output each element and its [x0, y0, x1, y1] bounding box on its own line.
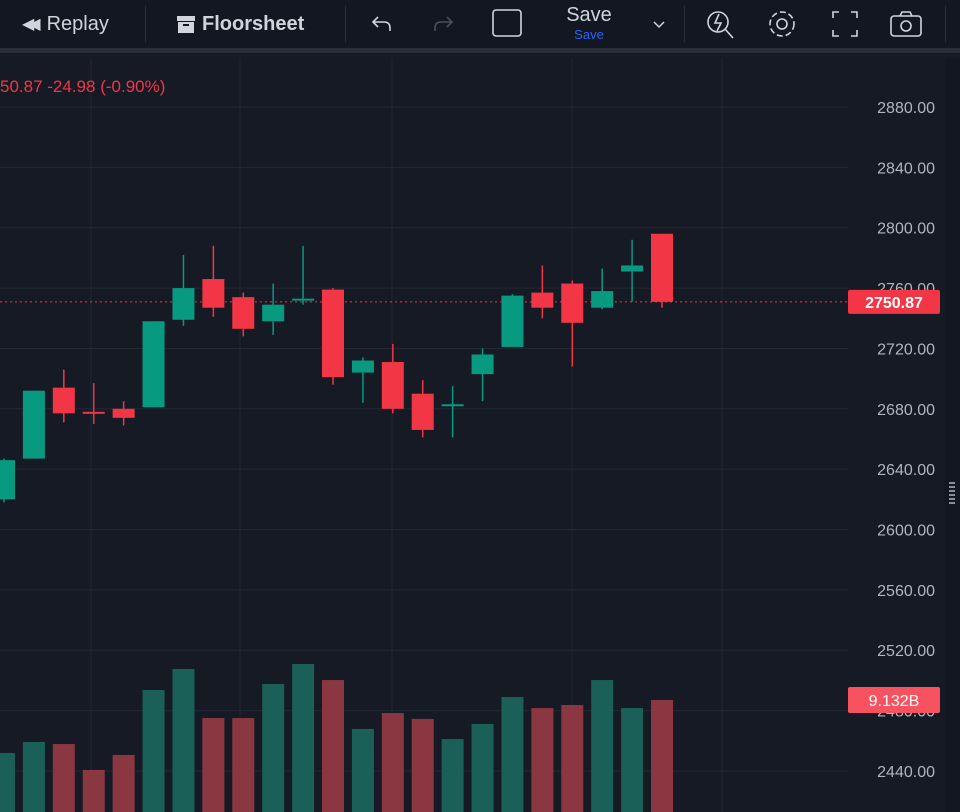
chevron-down-icon	[653, 21, 665, 29]
volume-bar	[82, 769, 105, 812]
layout-button[interactable]	[491, 0, 523, 48]
candle-body	[591, 291, 614, 308]
candle-body	[82, 411, 105, 414]
candle-body	[0, 460, 15, 500]
price-tick-label: 2840.00	[877, 160, 935, 177]
fullscreen-button[interactable]	[830, 0, 860, 48]
divider	[145, 6, 146, 42]
volume-bar	[441, 739, 464, 812]
undo-button[interactable]	[370, 0, 394, 48]
candle-body	[411, 393, 434, 430]
volume-bar	[322, 680, 344, 812]
volume-bar	[411, 718, 434, 812]
volume-bar	[351, 728, 374, 812]
camera-icon	[890, 11, 922, 37]
volume-bar	[202, 718, 225, 812]
save-button[interactable]: Save Save	[560, 4, 618, 42]
candle-body	[501, 295, 524, 347]
candle-body	[471, 354, 494, 375]
candle-body	[351, 360, 374, 373]
last-price-label: 2750.87	[865, 295, 923, 312]
redo-button[interactable]	[431, 0, 455, 48]
save-options-dropdown[interactable]	[651, 0, 667, 48]
price-tick-label: 2680.00	[877, 402, 935, 419]
volume-bar	[561, 705, 584, 812]
volume-bar	[381, 713, 404, 812]
candle-body	[112, 408, 135, 418]
drag-handle[interactable]	[949, 482, 955, 504]
price-tick-label: 2560.00	[877, 583, 935, 600]
candle-body	[322, 289, 344, 378]
redo-icon	[434, 16, 454, 31]
floorsheet-button[interactable]: Floorsheet	[176, 0, 304, 48]
volume-bar	[471, 723, 494, 812]
candle-body	[292, 298, 315, 301]
volume-bar	[172, 669, 195, 812]
price-tick-label: 2440.00	[877, 764, 935, 781]
candle-body	[262, 304, 285, 322]
volume-bar	[142, 690, 165, 812]
volume-bar	[52, 744, 75, 812]
price-tick-label: 2720.00	[877, 341, 935, 358]
candle-body	[22, 390, 45, 459]
price-tick-label: 2600.00	[877, 523, 935, 540]
candle-body	[531, 292, 554, 308]
replay-button[interactable]: ◀◀ Replay	[22, 0, 109, 48]
layout-square-icon	[492, 9, 522, 37]
price-tick-label: 2880.00	[877, 100, 935, 117]
candle-body	[441, 404, 464, 407]
price-change-legend: 50.87 -24.98 (-0.90%)	[0, 77, 166, 96]
volume-bar	[501, 697, 524, 812]
undo-icon	[371, 16, 391, 31]
candle-body	[232, 297, 255, 329]
quick-search-icon	[707, 11, 734, 39]
candle-body	[142, 321, 165, 408]
floorsheet-icon	[177, 16, 195, 33]
volume-bar	[292, 664, 315, 812]
last-volume-label: 9.132B	[869, 693, 920, 710]
volume-bar	[621, 708, 644, 812]
price-tick-label: 2520.00	[877, 643, 935, 660]
divider	[945, 6, 946, 42]
divider	[684, 6, 685, 42]
candle-body	[202, 279, 225, 308]
price-tick-label: 2800.00	[877, 221, 935, 238]
volume-bar	[531, 708, 554, 812]
right-panel-resize[interactable]	[945, 58, 960, 812]
volume-bar	[22, 741, 45, 812]
candle-body	[172, 288, 195, 320]
settings-button[interactable]	[766, 0, 798, 48]
candle-body	[381, 362, 404, 409]
volume-bar	[0, 752, 15, 812]
candle-body	[561, 283, 584, 323]
replay-icon: ◀◀	[22, 16, 40, 33]
fullscreen-icon	[832, 11, 858, 37]
price-tick-label: 2640.00	[877, 462, 935, 479]
top-toolbar: ◀◀ Replay Floorsheet Save Save	[0, 0, 960, 53]
candle-body	[621, 265, 644, 272]
screenshot-button[interactable]	[889, 0, 923, 48]
quick-search-button[interactable]	[705, 0, 737, 48]
price-chart[interactable]: 2880.002840.002800.002760.002720.002680.…	[0, 58, 945, 812]
gear-icon	[769, 11, 795, 37]
volume-bar	[112, 754, 135, 812]
volume-bar	[591, 680, 614, 812]
volume-bar	[232, 718, 255, 812]
volume-bar	[262, 683, 285, 812]
candle-body	[651, 233, 673, 302]
candle-body	[52, 387, 75, 414]
divider	[345, 6, 346, 42]
volume-bar	[651, 700, 673, 812]
